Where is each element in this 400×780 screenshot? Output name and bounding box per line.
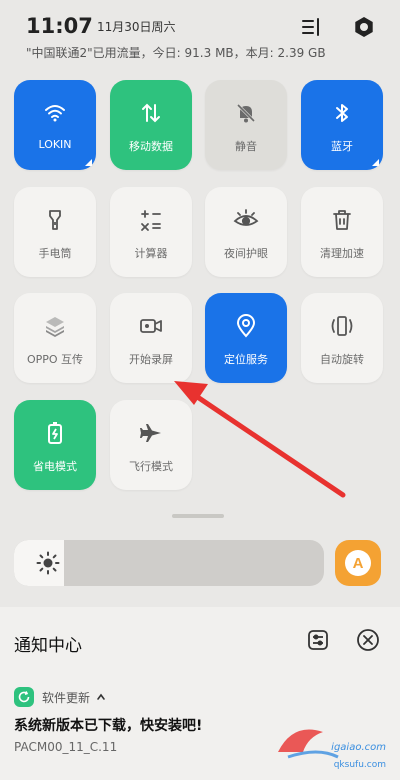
tile-label: 飞行模式 [129, 460, 173, 473]
brightness-slider[interactable] [14, 540, 324, 586]
notification-manage-icon[interactable] [306, 628, 330, 652]
tile-battery-saver[interactable]: 省电模式 [14, 400, 96, 490]
tile-flashlight[interactable]: 手电筒 [14, 187, 96, 277]
tile-label: OPPO 互传 [26, 353, 84, 366]
tile-label: 移动数据 [129, 140, 173, 153]
location-icon [233, 313, 259, 339]
notification-detail: PACM00_11_C.11 [14, 740, 118, 754]
tile-label: 手电筒 [38, 247, 72, 260]
tile-eye-care[interactable]: 夜间护眼 [205, 187, 287, 277]
tile-label: 静音 [235, 140, 257, 153]
expand-corner-icon [372, 159, 379, 166]
auto-rotate-icon [329, 313, 355, 339]
tile-screen-record[interactable]: 开始录屏 [110, 293, 192, 383]
watermark-text: igaiao.com [331, 742, 386, 753]
tile-airplane[interactable]: 飞行模式 [110, 400, 192, 490]
notification-app-name: 软件更新 [42, 690, 91, 705]
clock-time: 11:07 [26, 14, 93, 38]
notification-app-row[interactable]: 软件更新 [14, 687, 106, 707]
watermark-text-2: qksufu.com [333, 760, 386, 770]
notification-center-title: 通知中心 [14, 636, 82, 656]
edit-tiles-icon[interactable] [298, 14, 324, 40]
tile-location[interactable]: 定位服务 [205, 293, 287, 383]
trash-icon [329, 207, 355, 233]
tile-label: 计算器 [134, 247, 168, 260]
clock-date: 11月30日周六 [97, 20, 176, 34]
software-update-icon [14, 687, 34, 707]
tile-label: 蓝牙 [331, 140, 353, 153]
bluetooth-icon [329, 100, 355, 126]
wifi-icon [42, 100, 68, 126]
tile-label: 省电模式 [33, 460, 77, 473]
battery-saver-icon [42, 420, 68, 446]
eye-icon [233, 207, 259, 233]
screen-record-icon [138, 313, 164, 339]
settings-icon[interactable] [351, 14, 377, 40]
calculator-icon [138, 207, 164, 233]
tile-label: LOKIN [38, 138, 72, 151]
mute-icon [233, 100, 259, 126]
tile-mute[interactable]: 静音 [205, 80, 287, 170]
status-area: 11:07 11月30日周六 "中国联通2"已用流量，今日: 91.3 MB，本… [0, 0, 400, 80]
tile-oppo-share[interactable]: OPPO 互传 [14, 293, 96, 383]
tile-mobile-data[interactable]: 移动数据 [110, 80, 192, 170]
expand-corner-icon [85, 159, 92, 166]
auto-brightness-button[interactable]: A [335, 540, 381, 586]
chevron-up-icon[interactable] [96, 692, 106, 702]
notification-message[interactable]: 系统新版本已下载，快安装吧! [14, 715, 202, 735]
flashlight-icon [42, 207, 68, 233]
tile-cleanup[interactable]: 清理加速 [301, 187, 383, 277]
sun-icon [36, 551, 60, 575]
tile-auto-rotate[interactable]: 自动旋转 [301, 293, 383, 383]
clear-all-icon[interactable] [356, 628, 380, 652]
mobile-data-icon [138, 100, 164, 126]
tile-label: 自动旋转 [320, 353, 364, 366]
auto-brightness-icon: A [345, 550, 371, 576]
tile-label: 清理加速 [320, 247, 364, 260]
oppo-share-icon [42, 313, 68, 339]
tile-label: 定位服务 [224, 353, 268, 366]
tile-label: 夜间护眼 [224, 247, 268, 260]
tile-wifi[interactable]: LOKIN [14, 80, 96, 170]
tile-bluetooth[interactable]: 蓝牙 [301, 80, 383, 170]
tile-calculator[interactable]: 计算器 [110, 187, 192, 277]
airplane-icon [138, 420, 164, 446]
tile-label: 开始录屏 [129, 353, 173, 366]
data-usage-text: "中国联通2"已用流量，今日: 91.3 MB，本月: 2.39 GB [26, 46, 326, 60]
panel-drag-handle[interactable] [172, 514, 224, 518]
